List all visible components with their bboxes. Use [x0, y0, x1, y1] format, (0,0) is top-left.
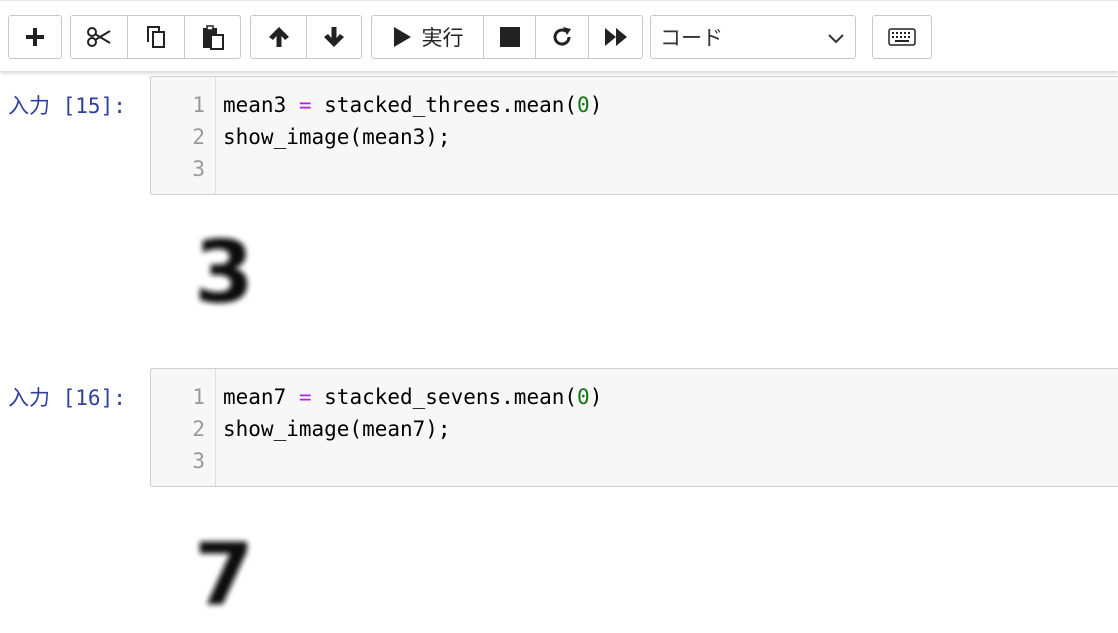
move-up-button[interactable] — [251, 16, 307, 58]
move-group — [250, 15, 362, 59]
assignment-operator: = — [298, 385, 312, 409]
notebook-toolbar: 実行 コード — [0, 0, 1118, 71]
code-text: mean7 — [223, 385, 299, 409]
paste-icon — [202, 25, 224, 50]
keyboard-icon — [888, 28, 916, 46]
code-text: ) — [589, 385, 603, 409]
insert-group — [8, 15, 62, 59]
fast-forward-icon — [604, 28, 627, 46]
edit-group — [70, 15, 241, 59]
copy-icon — [147, 26, 165, 48]
move-down-button[interactable] — [307, 16, 361, 58]
play-icon — [393, 27, 411, 47]
code-text: stacked_sevens.mean( — [311, 385, 578, 409]
insert-cell-button[interactable] — [9, 16, 61, 58]
output-glyph: 3 — [194, 223, 254, 318]
restart-run-all-button[interactable] — [589, 16, 642, 58]
restart-icon — [553, 27, 571, 46]
number-literal: 0 — [577, 93, 590, 117]
copy-button[interactable] — [128, 16, 185, 58]
code-line: show_image(mean7); — [223, 417, 451, 441]
output-image-mean7: 7 — [194, 525, 254, 620]
line-number: 1 — [192, 93, 205, 117]
code-line: show_image(mean3); — [223, 125, 451, 149]
line-number: 2 — [192, 125, 205, 149]
restart-kernel-button[interactable] — [536, 16, 589, 58]
code-line: mean7 = stacked_sevens.mean(0) — [223, 381, 602, 413]
scissors-icon — [87, 27, 111, 47]
cell-prompt: 入力 [15]: — [8, 94, 126, 118]
output-glyph: 7 — [194, 525, 254, 620]
line-number: 1 — [192, 385, 205, 409]
stop-icon — [499, 27, 520, 47]
arrow-up-icon — [268, 27, 289, 47]
paste-button[interactable] — [185, 16, 240, 58]
arrow-down-icon — [324, 27, 344, 47]
cut-button[interactable] — [71, 16, 128, 58]
line-number: 3 — [192, 157, 205, 181]
plus-icon — [26, 28, 44, 46]
command-palette-button[interactable] — [873, 16, 931, 58]
run-button-label: 実行 — [421, 26, 464, 50]
code-text: mean3 — [223, 93, 299, 117]
cell-type-select[interactable]: コード — [650, 15, 856, 59]
code-text: stacked_threes.mean( — [311, 93, 578, 117]
cell-prompt: 入力 [16]: — [8, 386, 126, 410]
code-line: mean3 = stacked_threes.mean(0) — [223, 89, 602, 121]
cell-type-value: コード — [660, 26, 723, 50]
run-group: 実行 — [371, 15, 643, 59]
number-literal: 0 — [577, 385, 590, 409]
code-editor[interactable]: 1 2 3 mean7 = stacked_sevens.mean(0) sho… — [150, 368, 1118, 487]
output-image-mean3: 3 — [194, 223, 254, 318]
run-button[interactable]: 実行 — [372, 16, 484, 58]
assignment-operator: = — [298, 93, 312, 117]
keyboard-group — [872, 15, 932, 59]
interrupt-button[interactable] — [484, 16, 536, 58]
line-number: 2 — [192, 417, 205, 441]
chevron-down-icon — [828, 34, 844, 44]
line-number: 3 — [192, 449, 205, 473]
code-editor[interactable]: 1 2 3 mean3 = stacked_threes.mean(0) sho… — [150, 76, 1118, 195]
code-text: ) — [589, 93, 603, 117]
